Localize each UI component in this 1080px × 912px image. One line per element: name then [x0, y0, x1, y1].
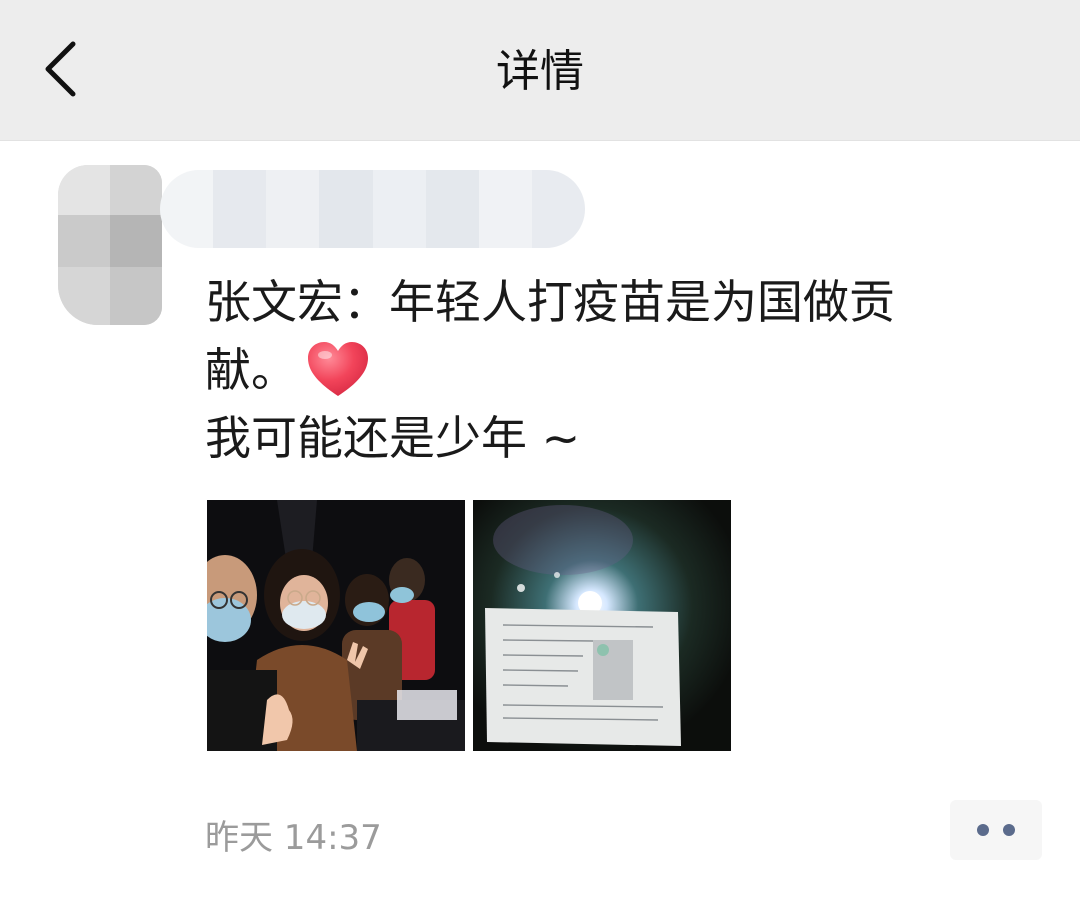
avatar[interactable]	[58, 165, 162, 325]
vaccination-certificate-photo[interactable]	[473, 500, 731, 751]
username-blurred[interactable]	[160, 170, 585, 248]
more-options-button[interactable]	[950, 800, 1042, 860]
page-title: 详情	[496, 46, 584, 97]
post-text-line: 我可能还是少年 ~	[205, 411, 581, 465]
group-selfie-photo[interactable]	[207, 500, 465, 751]
post-timestamp: 昨天 14:37	[205, 818, 382, 858]
top-navigation-bar: 详情	[0, 0, 1080, 141]
post-content: 张文宏：年轻人打疫苗是为国做贡 献。 我可能还是少年 ~	[205, 268, 1005, 472]
more-dots-icon	[1003, 824, 1015, 836]
more-dots-icon	[977, 824, 989, 836]
heart-icon	[308, 341, 368, 396]
post-text-line: 献。	[205, 343, 297, 397]
post-text-line: 张文宏：年轻人打疫苗是为国做贡	[205, 275, 895, 329]
